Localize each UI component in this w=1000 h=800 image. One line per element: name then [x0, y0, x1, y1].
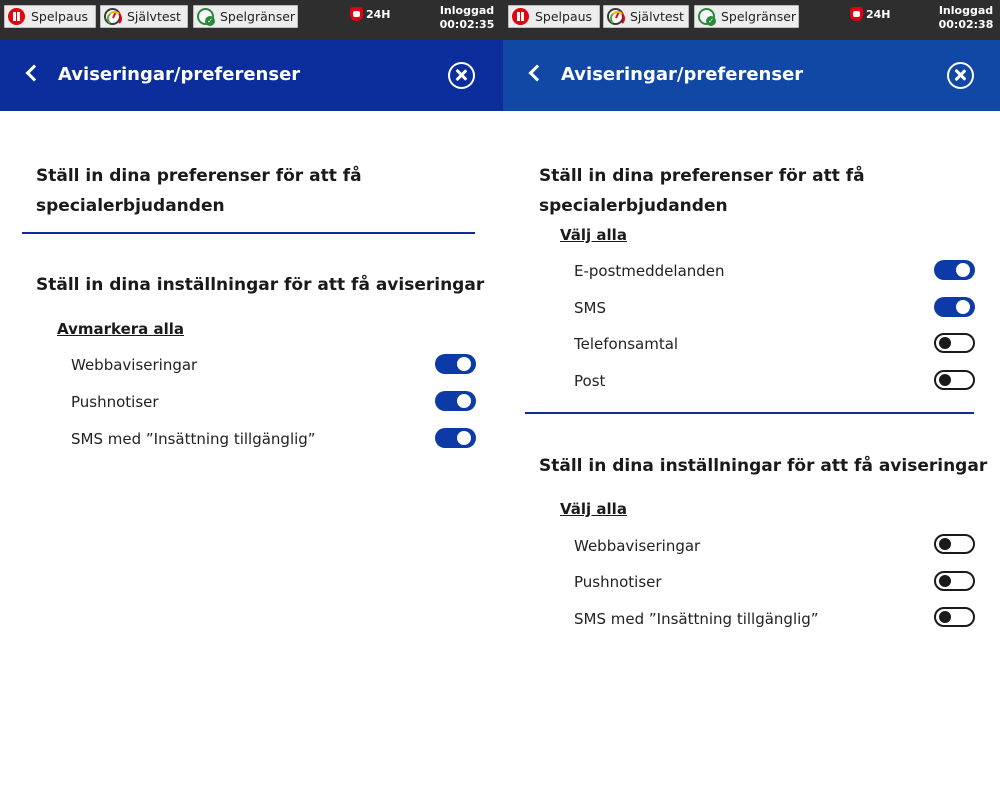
session-timer: 00:02:35 [439, 18, 495, 31]
stop-hand-icon [850, 7, 863, 21]
close-icon[interactable] [947, 62, 974, 89]
pause-icon [512, 8, 529, 25]
toggle-knob [956, 300, 970, 314]
session-timer: 00:02:38 [938, 18, 994, 31]
spelpaus-label: Spelpaus [31, 9, 89, 24]
select-all-notifications-link[interactable]: Välj alla [560, 500, 627, 518]
deposit-sms-toggle[interactable] [435, 428, 476, 448]
web-notifications-toggle[interactable] [934, 534, 975, 554]
session-info: Inloggad 00:02:38 [937, 4, 995, 32]
push-notifications-label: Pushnotiser [574, 573, 662, 591]
limit-icon [698, 8, 716, 26]
notifications-heading: Ställ in dina inställningar för att få a… [539, 456, 988, 476]
phone-call-label: Telefonsamtal [574, 335, 679, 353]
section-divider [525, 412, 974, 414]
web-notifications-label: Webbaviseringar [71, 356, 198, 374]
sjalvtest-label: Självtest [127, 9, 181, 24]
login-status: Inloggad [439, 4, 495, 17]
offers-heading: Ställ in dina preferenser för att få spe… [539, 166, 865, 216]
toggle-knob [956, 263, 970, 277]
spelpaus-button[interactable]: Spelpaus [508, 5, 600, 28]
page-title: Aviseringar/preferenser [561, 64, 804, 85]
post-label: Post [574, 372, 606, 390]
deselect-all-link[interactable]: Avmarkera alla [57, 320, 184, 338]
chevron-left-icon[interactable] [528, 64, 546, 82]
responsible-gaming-bar: Spelpaus Självtest Spelgränser 24H Inlog… [0, 0, 503, 40]
age-limit-label: 24H [866, 7, 891, 21]
select-all-offers-link[interactable]: Välj alla [560, 226, 627, 244]
age-limit-badge: 24H [850, 7, 891, 21]
gauge-icon [607, 8, 625, 26]
deposit-sms-toggle[interactable] [934, 607, 975, 627]
web-notifications-toggle[interactable] [435, 354, 476, 374]
toggle-knob [939, 538, 951, 550]
left-screen: Spelpaus Självtest Spelgränser 24H Inlog… [0, 0, 503, 800]
spelgranser-label: Spelgränser [721, 9, 797, 24]
header-bar: Aviseringar/preferenser [0, 40, 503, 111]
responsible-gaming-bar: Spelpaus Självtest Spelgränser 24H Inlog… [503, 0, 1000, 40]
sjalvtest-label: Självtest [630, 9, 684, 24]
toggle-knob [939, 575, 951, 587]
post-toggle[interactable] [934, 370, 975, 390]
age-limit-label: 24H [366, 7, 391, 21]
sms-label: SMS [574, 299, 606, 317]
login-status: Inloggad [938, 4, 994, 17]
header-bar: Aviseringar/preferenser [503, 40, 1000, 111]
spelpaus-label: Spelpaus [535, 9, 593, 24]
right-screen: Spelpaus Självtest Spelgränser 24H Inlog… [503, 0, 1000, 800]
screens-container: Spelpaus Självtest Spelgränser 24H Inlog… [0, 0, 1000, 800]
toggle-knob [457, 394, 471, 408]
close-icon[interactable] [448, 62, 475, 89]
toggle-knob [939, 611, 951, 623]
spelgranser-button[interactable]: Spelgränser [694, 5, 799, 28]
page-title: Aviseringar/preferenser [58, 64, 301, 85]
web-notifications-label: Webbaviseringar [574, 537, 701, 555]
chevron-left-icon[interactable] [25, 64, 43, 82]
toggle-knob [939, 337, 951, 349]
section-divider [22, 232, 475, 234]
offers-heading: Ställ in dina preferenser för att få spe… [36, 166, 362, 216]
push-notifications-label: Pushnotiser [71, 393, 159, 411]
deposit-sms-label: SMS med ”Insättning tillgänglig” [574, 610, 819, 628]
email-toggle[interactable] [934, 260, 975, 280]
spelpaus-button[interactable]: Spelpaus [4, 5, 96, 28]
sms-toggle[interactable] [934, 297, 975, 317]
sjalvtest-button[interactable]: Självtest [100, 5, 188, 28]
notifications-heading: Ställ in dina inställningar för att få a… [36, 275, 485, 295]
session-info: Inloggad 00:02:35 [438, 4, 496, 32]
age-limit-badge: 24H [350, 7, 391, 21]
email-label: E-postmeddelanden [574, 262, 725, 280]
pause-icon [8, 8, 25, 25]
toggle-knob [939, 374, 951, 386]
spelgranser-button[interactable]: Spelgränser [193, 5, 298, 28]
phone-call-toggle[interactable] [934, 333, 975, 353]
deposit-sms-label: SMS med ”Insättning tillgänglig” [71, 430, 316, 448]
spelgranser-label: Spelgränser [220, 9, 296, 24]
gauge-icon [104, 8, 122, 26]
push-notifications-toggle[interactable] [934, 571, 975, 591]
sjalvtest-button[interactable]: Självtest [603, 5, 689, 28]
toggle-knob [457, 431, 471, 445]
toggle-knob [457, 357, 471, 371]
stop-hand-icon [350, 7, 363, 21]
limit-icon [197, 8, 215, 26]
push-notifications-toggle[interactable] [435, 391, 476, 411]
